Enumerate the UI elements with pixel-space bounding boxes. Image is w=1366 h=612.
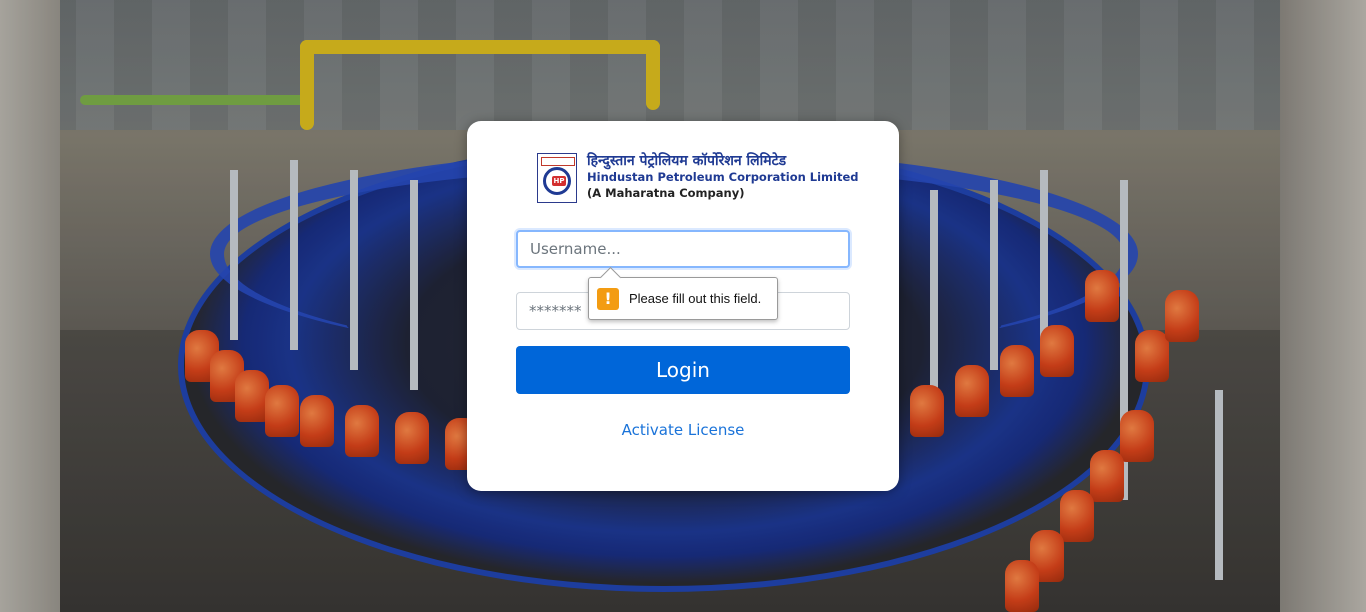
validation-tooltip: ! Please fill out this field. [588, 277, 778, 320]
warning-icon: ! [597, 287, 619, 310]
company-logo: HP हिन्दुस्तान पेट्रोलियम कॉर्पोरेशन लिम… [537, 153, 859, 205]
activate-license-link[interactable]: Activate License [467, 421, 899, 439]
company-name-hindi: हिन्दुस्तान पेट्रोलियम कॉर्पोरेशन लिमिटे… [587, 153, 787, 169]
hp-logo-icon: HP [537, 153, 577, 203]
company-tagline: (A Maharatna Company) [587, 186, 745, 200]
validation-message: Please fill out this field. [629, 291, 762, 306]
login-button[interactable]: Login [516, 346, 850, 394]
login-card: HP हिन्दुस्तान पेट्रोलियम कॉर्पोरेशन लिम… [467, 121, 899, 491]
username-input[interactable] [516, 230, 850, 268]
hp-logo-text: HP [552, 176, 566, 186]
company-name-english: Hindustan Petroleum Corporation Limited [587, 170, 859, 184]
